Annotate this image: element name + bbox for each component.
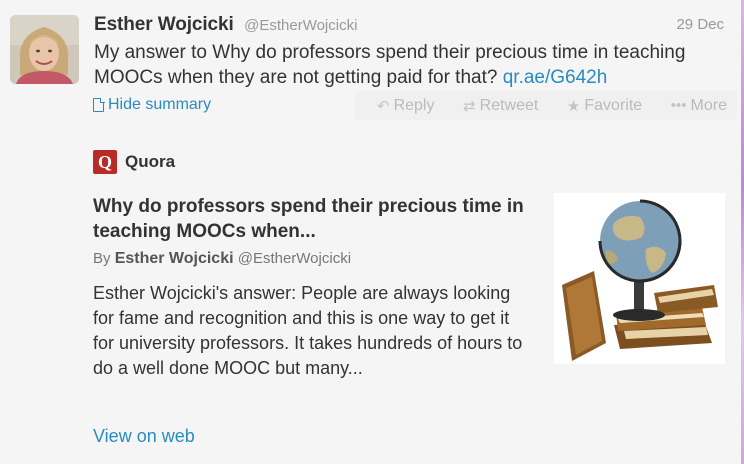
hide-summary-button[interactable]: Hide summary (93, 96, 211, 114)
card-author-handle[interactable]: @EstherWojcicki (238, 250, 351, 267)
reply-button[interactable]: ↶ Reply (377, 97, 434, 115)
dots-icon: ••• (670, 97, 687, 114)
reply-label: Reply (393, 96, 435, 114)
author-fullname[interactable]: Esther Wojcicki (94, 14, 234, 35)
favorite-label: Favorite (584, 96, 643, 114)
tweet-header: Esther Wojcicki @EstherWojcicki 29 Dec (94, 14, 724, 38)
tweet-text: My answer to Why do professors spend the… (94, 40, 734, 90)
reply-arrow-icon: ↶ (377, 97, 390, 115)
quora-logo-icon: Q (93, 150, 117, 174)
tweet-date[interactable]: 29 Dec (676, 16, 724, 33)
card-brand[interactable]: Q Quora (93, 150, 175, 174)
retweet-icon: ⇄ (463, 97, 476, 115)
tweet-actions: ↶ Reply ⇄ Retweet ★ Favorite ••• More (355, 91, 737, 120)
retweet-button[interactable]: ⇄ Retweet (463, 97, 538, 115)
star-icon: ★ (566, 97, 581, 115)
document-icon (93, 97, 105, 112)
more-button[interactable]: ••• More (671, 97, 727, 115)
view-on-web-link[interactable]: View on web (93, 426, 195, 447)
card-thumbnail[interactable] (554, 193, 725, 364)
hide-summary-label: Hide summary (108, 96, 212, 113)
more-label: More (690, 96, 727, 114)
author-username[interactable]: @EstherWojcicki (244, 17, 357, 34)
avatar[interactable] (10, 15, 79, 84)
retweet-label: Retweet (479, 96, 539, 114)
tweet: Esther Wojcicki @EstherWojcicki 29 Dec M… (0, 0, 741, 464)
card-byline: By Esther Wojcicki @EstherWojcicki (93, 250, 351, 268)
favorite-button[interactable]: ★ Favorite (567, 97, 642, 115)
brand-name: Quora (125, 152, 176, 171)
card-description: Esther Wojcicki's answer: People are alw… (93, 283, 523, 378)
card-title[interactable]: Why do professors spend their precious t… (93, 194, 533, 244)
card-author[interactable]: Esther Wojcicki (115, 250, 234, 267)
by-label: By (93, 250, 111, 267)
tweet-link[interactable]: qr.ae/G642h (503, 67, 608, 88)
